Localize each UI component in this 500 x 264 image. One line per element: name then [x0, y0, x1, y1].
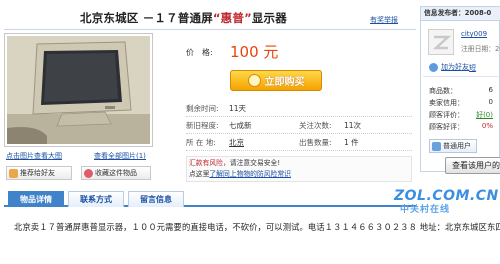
favorite-item-button[interactable]: 收藏这件物品 — [81, 166, 151, 180]
detail-tabs: 物品详情 联系方式 留言信息 — [4, 191, 416, 207]
seller-panel: 信息发布者：2008-0 city009 注册日期：200 加为好友 短 商品数… — [420, 6, 500, 172]
notice-click-here: 点这里 — [189, 170, 210, 178]
item-details: 剩余时间: 11天 新旧程度: 七成新 关注次数: 11次 所 在 地: 北京 … — [186, 100, 412, 151]
seller-divider — [423, 76, 499, 77]
view-all-photos-link[interactable]: 查看全部图片(1) — [94, 151, 146, 161]
safety-notice: 汇款有风险，请注意交易安全! 点这里了解同上物物的防风险常识 — [186, 156, 412, 182]
title-suffix: 显示器 — [251, 11, 287, 25]
stat-credit: 卖家信用： 0 — [429, 98, 500, 108]
views-value: 11次 — [344, 120, 362, 130]
add-friend-label: 加为好友 — [441, 63, 469, 71]
title-brand: “惠普” — [212, 11, 252, 25]
seller-reg-date: 注册日期：200 — [461, 45, 500, 53]
add-friend-icon — [429, 62, 438, 72]
tab-item-details[interactable]: 物品详情 — [8, 191, 64, 207]
report-link[interactable]: 有奖举报 — [370, 15, 398, 25]
stat-positive: 顾客好评： 0% — [429, 122, 500, 132]
message-link[interactable]: 短 — [469, 63, 476, 73]
avatar[interactable] — [428, 29, 454, 55]
recommend-button[interactable]: 推荐给好友 — [6, 166, 72, 180]
quantity-label: 出售数量: — [299, 137, 332, 147]
stat-value[interactable]: 好(0) — [476, 110, 500, 120]
detail-row: 剩余时间: 11天 — [186, 100, 412, 117]
quantity-value: 1 件 — [344, 137, 359, 147]
remaining-time-label: 剩余时间: — [186, 103, 219, 113]
user-type-label: 普通用户 — [443, 142, 471, 150]
detail-row: 所 在 地: 北京 出售数量: 1 件 — [186, 134, 412, 151]
location-link[interactable]: 北京 — [229, 137, 299, 148]
favorite-item-label: 收藏这件物品 — [95, 169, 137, 177]
title-divider — [4, 29, 416, 30]
title-main: 北京东城区 －１７普通屏 — [80, 11, 213, 25]
product-photo-frame[interactable] — [4, 33, 153, 147]
heart-icon — [84, 168, 93, 178]
view-seller-items-button[interactable]: 查看该用户的 — [445, 157, 500, 174]
stat-label: 顾客评价： — [429, 111, 464, 119]
add-friend-link[interactable]: 加为好友 — [429, 62, 469, 72]
recommend-label: 推荐给好友 — [20, 169, 55, 177]
tab-contact[interactable]: 联系方式 — [68, 191, 124, 207]
seller-header: 信息发布者：2008-0 — [421, 7, 500, 21]
user-icon — [432, 141, 441, 151]
page-title: 北京东城区 －１７普通屏“惠普”显示器 — [80, 10, 287, 26]
stat-label: 顾客好评： — [429, 123, 464, 131]
price-value: 100 元 — [230, 43, 279, 61]
recommend-icon — [9, 168, 18, 178]
remaining-time-value: 11天 — [229, 103, 247, 113]
views-label: 关注次数: — [299, 120, 332, 130]
price-label: 价 格: — [186, 48, 213, 57]
stat-rating: 顾客评价： 好(0) — [429, 110, 500, 120]
notice-warning: 汇款有风险， — [189, 159, 230, 167]
stat-value: 0% — [481, 122, 493, 130]
seller-username[interactable]: city009 — [461, 30, 487, 38]
user-type-badge: 普通用户 — [429, 139, 477, 153]
stat-item-count: 商品数： 6 — [429, 86, 500, 96]
stat-label: 商品数： — [429, 87, 457, 95]
buy-now-button[interactable]: 立即购买 — [230, 70, 322, 91]
product-photo[interactable] — [7, 36, 150, 144]
notice-text: 请注意交易安全! — [229, 159, 281, 167]
stat-value: 6 — [488, 86, 493, 94]
stat-value: 0 — [488, 98, 493, 106]
stat-label: 卖家信用： — [429, 99, 464, 107]
location-label: 所 在 地: — [186, 137, 216, 147]
condition-label: 新旧程度: — [186, 120, 219, 130]
crt-monitor-image — [7, 36, 150, 144]
detail-row: 新旧程度: 七成新 关注次数: 11次 — [186, 117, 412, 134]
buy-now-label: 立即购买 — [264, 77, 305, 88]
zol-watermark: ZOL.COM.CN 中关村在线 — [394, 188, 499, 215]
enlarge-photo-link[interactable]: 点击图片查看大图 — [6, 151, 62, 161]
tab-messages[interactable]: 留言信息 — [128, 191, 184, 207]
cart-icon — [247, 74, 261, 87]
default-avatar-icon — [432, 35, 452, 50]
item-description: 北京卖１７普通屏惠普显示器，１００元需要的直接电话，不砍价，可以测试。电话１３１… — [14, 222, 500, 232]
condition-value: 七成新 — [229, 120, 252, 130]
notice-safety-link[interactable]: 了解同上物物的防风险常识 — [209, 170, 291, 178]
